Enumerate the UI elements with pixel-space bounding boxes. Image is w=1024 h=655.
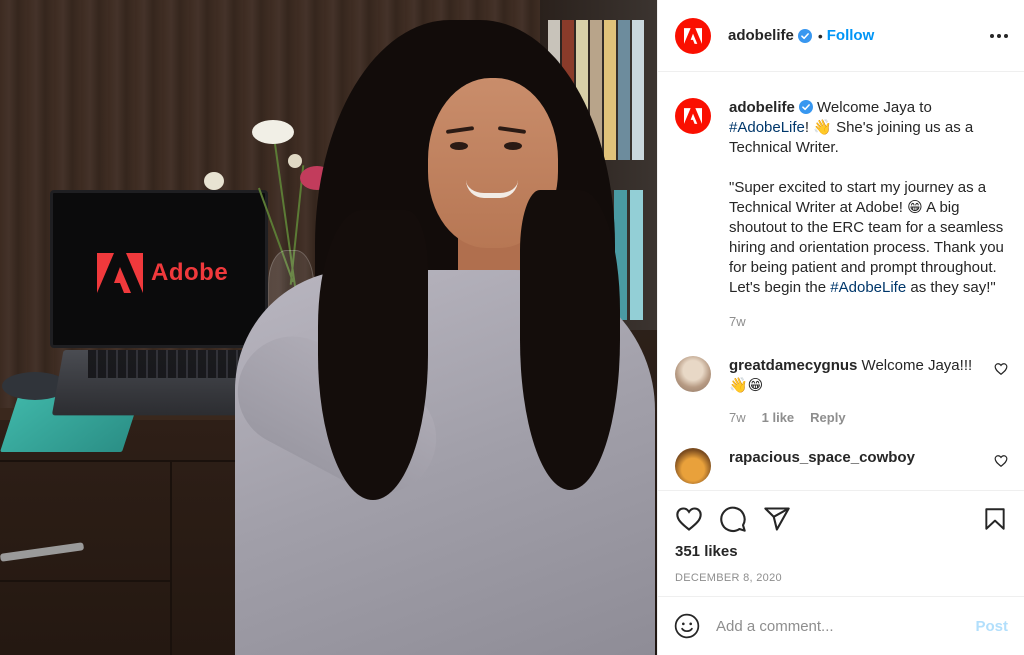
header-avatar[interactable] bbox=[675, 17, 711, 54]
share-icon[interactable] bbox=[763, 505, 791, 533]
post-side-panel: adobelife • Follow adobelife Welcome Jay… bbox=[657, 0, 1024, 655]
post-actions: 351 likes DECEMBER 8, 2020 bbox=[658, 490, 1024, 593]
adobe-logo-icon bbox=[684, 27, 702, 44]
likes-count[interactable]: 351 likes bbox=[675, 543, 1008, 560]
comments-area: adobelife Welcome Jaya to #AdobeLife! 👋 … bbox=[658, 72, 1024, 490]
emoji-icon[interactable] bbox=[674, 613, 700, 639]
comment-time[interactable]: 7w bbox=[729, 408, 746, 428]
comment-input[interactable] bbox=[716, 617, 976, 635]
laptop-keyboard bbox=[88, 350, 258, 378]
comment-avatar[interactable] bbox=[675, 356, 711, 392]
verified-badge-icon bbox=[798, 100, 813, 114]
action-icons bbox=[675, 503, 1008, 535]
bud-flower bbox=[204, 172, 224, 190]
post-comment-button[interactable]: Post bbox=[975, 618, 1008, 635]
hashtag-link[interactable]: #AdobeLife bbox=[830, 279, 906, 296]
comment-body: greatdamecygnus Welcome Jaya!!! 👋😁 7w 1 … bbox=[729, 356, 987, 428]
follow-button[interactable]: Follow bbox=[827, 27, 875, 44]
more-options-icon[interactable] bbox=[990, 33, 1008, 38]
caption-text: Welcome Jaya to bbox=[812, 99, 932, 116]
separator-dot: • bbox=[817, 27, 823, 44]
comment-composer: Post bbox=[658, 596, 1024, 655]
laptop-brand-text: Adobe bbox=[151, 259, 229, 286]
eye bbox=[504, 142, 522, 150]
bookmark-icon[interactable] bbox=[982, 505, 1008, 533]
comment-item: greatdamecygnus Welcome Jaya!!! 👋😁 7w 1 … bbox=[675, 356, 1008, 428]
post-header: adobelife • Follow bbox=[658, 0, 1024, 72]
comment-item: rapacious_space_cowboy bbox=[675, 448, 1008, 484]
heart-icon[interactable] bbox=[675, 505, 703, 533]
hair-front bbox=[318, 210, 428, 500]
eye bbox=[450, 142, 468, 150]
post-photo[interactable]: Adobe bbox=[0, 0, 657, 655]
caption: adobelife Welcome Jaya to #AdobeLife! 👋 … bbox=[675, 98, 1008, 332]
header-username[interactable]: adobelife bbox=[728, 27, 794, 44]
comment-username[interactable]: rapacious_space_cowboy bbox=[729, 449, 915, 466]
comment-likes[interactable]: 1 like bbox=[762, 408, 795, 428]
comment-meta: 7w 1 like Reply bbox=[729, 408, 987, 428]
white-flower bbox=[252, 120, 294, 144]
instagram-post: Adobe adobelife • Follow adobelife Welco… bbox=[0, 0, 1024, 655]
comment-icon[interactable] bbox=[719, 505, 747, 533]
reply-button[interactable]: Reply bbox=[810, 408, 845, 428]
hashtag-link[interactable]: #AdobeLife bbox=[729, 119, 805, 136]
comment-body: rapacious_space_cowboy bbox=[729, 448, 987, 468]
comment-avatar[interactable] bbox=[675, 448, 711, 484]
verified-badge-icon bbox=[797, 28, 812, 43]
post-date[interactable]: DECEMBER 8, 2020 bbox=[675, 572, 1008, 584]
bud-flower bbox=[288, 154, 302, 168]
caption-time[interactable]: 7w bbox=[729, 312, 1008, 332]
heart-icon[interactable] bbox=[994, 362, 1008, 376]
adobe-logo-icon bbox=[684, 108, 702, 124]
adobe-logo-icon bbox=[97, 253, 143, 293]
heart-icon[interactable] bbox=[994, 454, 1008, 468]
laptop-brand: Adobe bbox=[97, 253, 228, 293]
caption-avatar[interactable] bbox=[675, 98, 711, 134]
caption-username[interactable]: adobelife bbox=[729, 99, 795, 116]
caption-quote: as they say!" bbox=[906, 279, 996, 296]
hair-front bbox=[520, 190, 620, 490]
caption-body: adobelife Welcome Jaya to #AdobeLife! 👋 … bbox=[729, 98, 1008, 332]
comment-username[interactable]: greatdamecygnus bbox=[729, 357, 857, 374]
laptop-screen: Adobe bbox=[50, 190, 268, 348]
